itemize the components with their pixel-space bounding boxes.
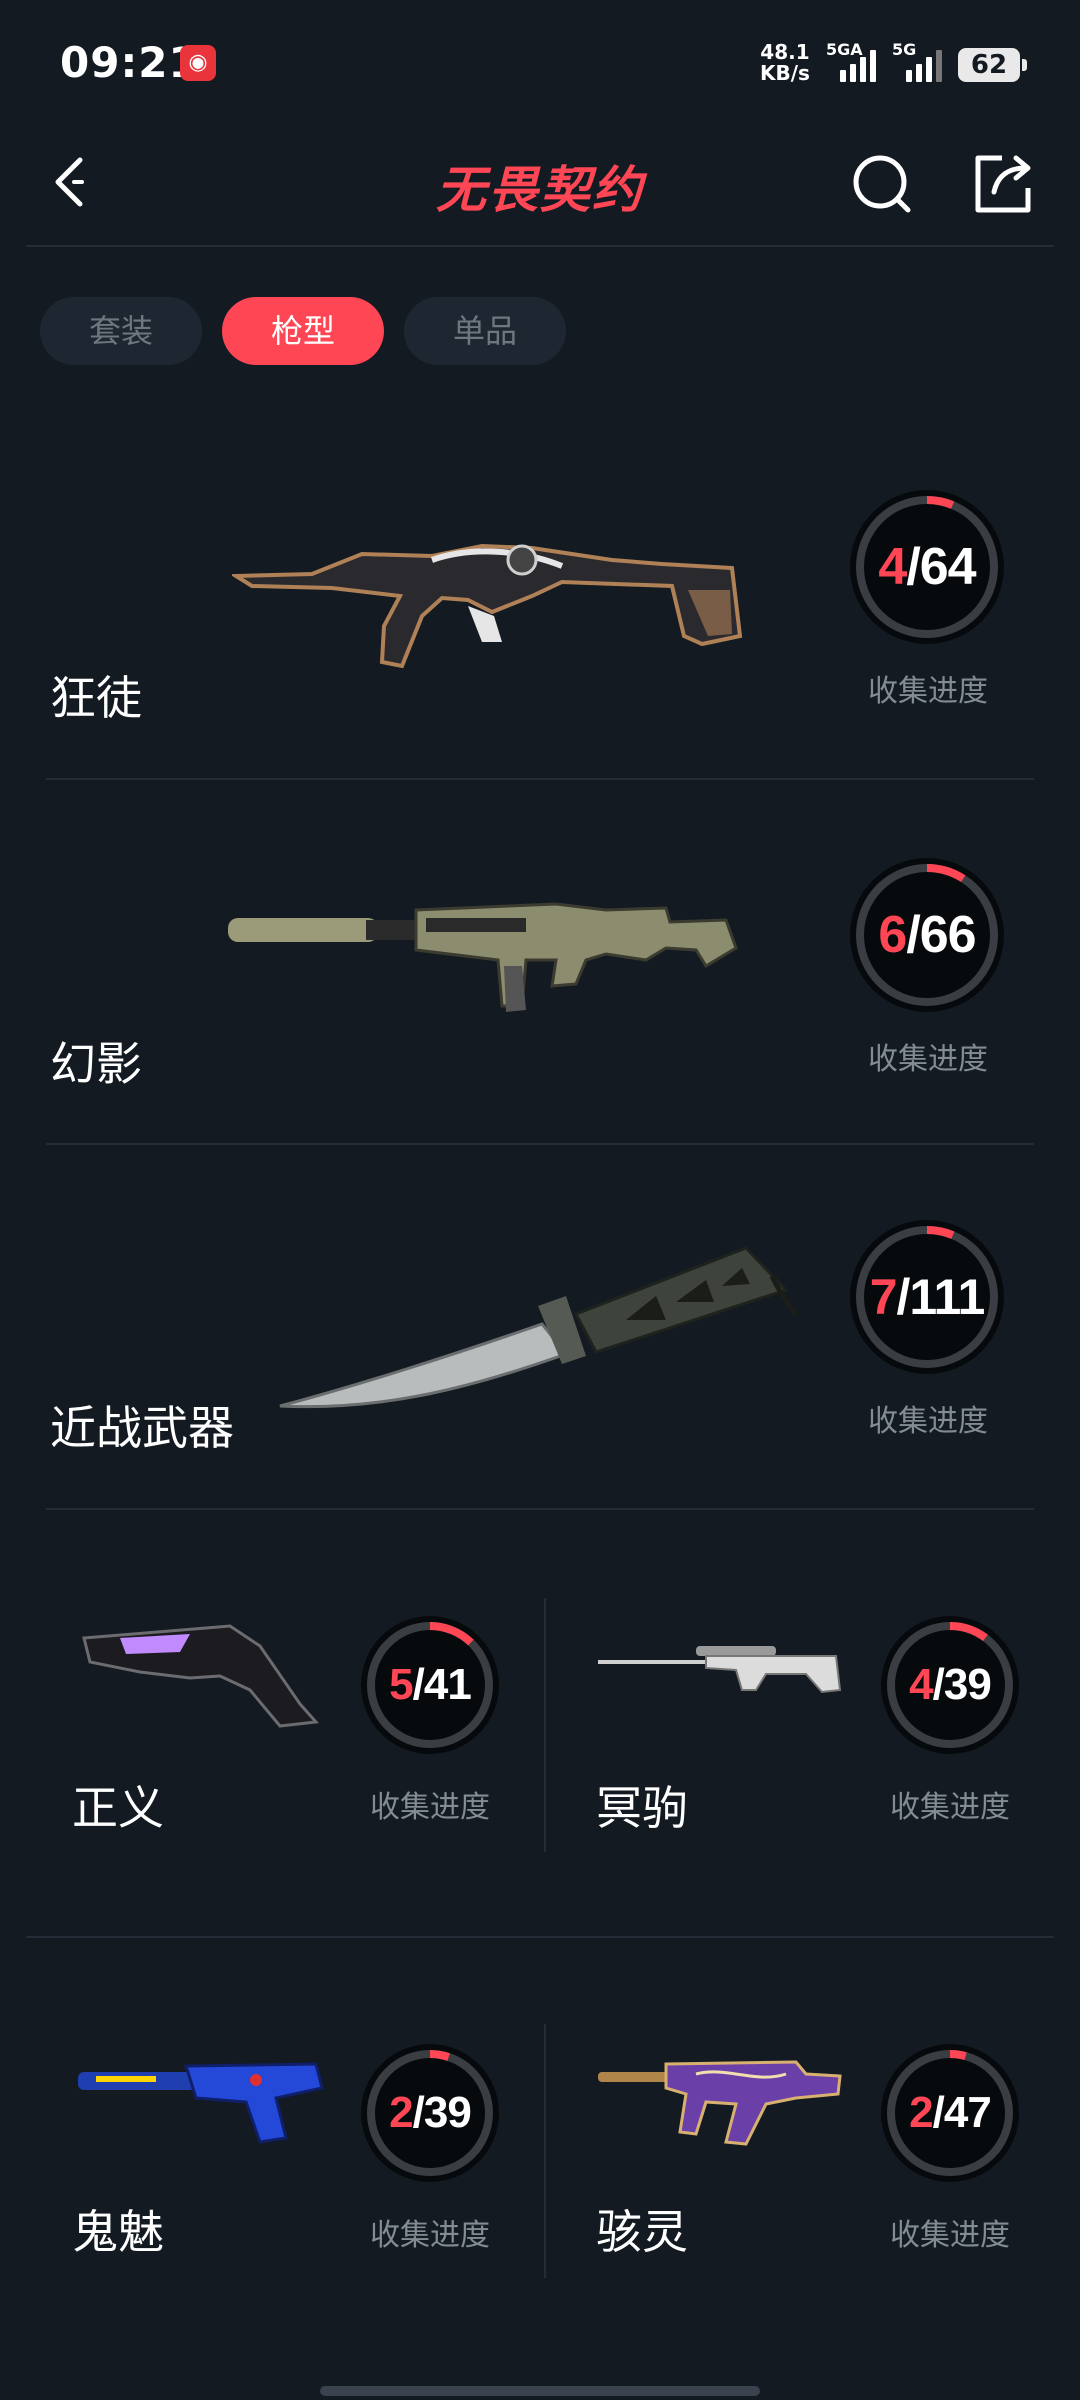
signal-icon [840, 48, 876, 82]
weapon-name: 正义 [72, 1781, 164, 1835]
status-time: 09:21 [60, 38, 199, 87]
signal-icon-2 [906, 48, 942, 82]
row-divider [46, 778, 1034, 780]
search-icon [853, 155, 911, 213]
share-icon [975, 155, 1031, 213]
tab-weapon-types[interactable]: 枪型 [222, 297, 384, 365]
progress-ring: 4/39 [881, 1616, 1019, 1754]
progress-label: 收集进度 [890, 1790, 1010, 1825]
column-divider [544, 1598, 546, 1852]
marshal-sniper-image [598, 1646, 842, 1694]
weapon-card-vandal[interactable]: 狂徒 4/64 收集进度 [46, 460, 1034, 780]
row-divider [46, 1143, 1034, 1145]
weapon-card-spectre[interactable]: 骇灵 2/47 收集进度 [566, 1988, 1046, 2288]
phantom-rifle-image [228, 902, 738, 1012]
app-header: 无畏契约 [0, 120, 1080, 246]
collection-progress: 6/66 收集进度 [850, 858, 1006, 1078]
progress-label: 收集进度 [868, 1042, 988, 1077]
progress-label: 收集进度 [868, 1404, 988, 1439]
collection-progress: 4/39 收集进度 [880, 1616, 1020, 1826]
sheriff-pistol-image [82, 1624, 320, 1728]
status-bar: 09:21 ◉ 48.1 KB/s 5GA 5G 62 [0, 0, 1080, 120]
row-divider [46, 1508, 1034, 1510]
knife-image [279, 1246, 799, 1409]
collection-progress: 5/41 收集进度 [360, 1616, 500, 1826]
progress-label: 收集进度 [370, 2218, 490, 2253]
weapon-name: 冥驹 [596, 1781, 688, 1835]
weapon-card-phantom[interactable]: 幻影 6/66 收集进度 [46, 824, 1034, 1144]
weapon-card-melee[interactable]: 近战武器 7/111 收集进度 [46, 1190, 1034, 1510]
progress-ring: 4/64 [850, 490, 1004, 644]
spectre-smg-image [598, 2060, 842, 2146]
search-button[interactable] [842, 144, 922, 224]
ghost-pistol-image [78, 2062, 324, 2144]
progress-ring: 7/111 [850, 1220, 1004, 1374]
music-app-icon: ◉ [180, 45, 216, 81]
collection-progress: 4/64 收集进度 [850, 490, 1006, 710]
column-divider [544, 2024, 546, 2278]
progress-ring: 5/41 [361, 1616, 499, 1754]
tab-single-items[interactable]: 单品 [404, 297, 566, 365]
progress-label: 收集进度 [370, 1790, 490, 1825]
weapon-card-ghost[interactable]: 鬼魅 2/39 收集进度 [46, 1988, 536, 2288]
progress-label: 收集进度 [890, 2218, 1010, 2253]
weapon-name: 鬼魅 [72, 2205, 164, 2259]
battery-icon: 62 [958, 48, 1027, 82]
collection-progress: 7/111 收集进度 [850, 1220, 1006, 1440]
weapon-name: 近战武器 [50, 1401, 234, 1455]
row-divider [26, 1936, 1054, 1938]
header-divider [26, 245, 1054, 247]
category-tabs: 套装 枪型 单品 [40, 297, 566, 365]
collection-progress: 2/47 收集进度 [880, 2044, 1020, 2254]
progress-label: 收集进度 [868, 674, 988, 709]
tab-sets[interactable]: 套装 [40, 297, 202, 365]
weapon-name: 幻影 [50, 1037, 142, 1091]
progress-ring: 2/47 [881, 2044, 1019, 2182]
share-button[interactable] [962, 144, 1042, 224]
weapon-card-marshal[interactable]: 冥驹 4/39 收集进度 [566, 1560, 1046, 1860]
weapon-name: 狂徒 [50, 671, 142, 725]
home-indicator [320, 2386, 760, 2396]
collection-progress: 2/39 收集进度 [360, 2044, 500, 2254]
weapon-card-sheriff[interactable]: 正义 5/41 收集进度 [46, 1560, 536, 1860]
network-speed: 48.1 KB/s [760, 40, 810, 85]
vandal-rifle-image [232, 543, 743, 669]
progress-ring: 2/39 [361, 2044, 499, 2182]
weapon-name: 骇灵 [596, 2205, 688, 2259]
progress-ring: 6/66 [850, 858, 1004, 1012]
